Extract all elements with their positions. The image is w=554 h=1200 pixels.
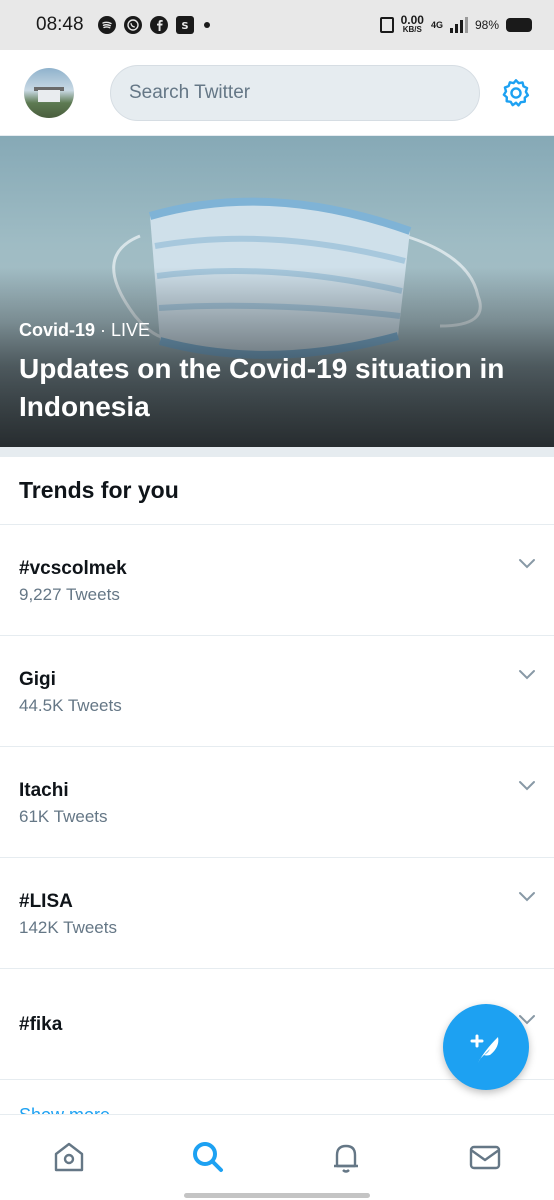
banner-live-label: LIVE — [111, 320, 151, 340]
trend-name: #LISA — [19, 891, 73, 912]
spotify-icon — [97, 16, 116, 34]
nav-search[interactable] — [188, 1137, 228, 1177]
vibrate-icon — [379, 17, 394, 33]
notifications-icon — [334, 1144, 358, 1173]
section-divider — [0, 447, 554, 457]
trend-name: Itachi — [19, 780, 69, 801]
trend-tweet-count: 44.5K Tweets — [19, 696, 122, 715]
home-icon — [54, 1142, 84, 1172]
signal-icon — [449, 17, 468, 33]
trend-item[interactable]: #vcscolmek 9,227 Tweets — [0, 525, 554, 636]
trend-tweet-count: 142K Tweets — [19, 918, 117, 937]
notification-icons: S — [97, 16, 210, 34]
chevron-down-icon[interactable] — [517, 779, 537, 793]
banner-category: Covid-19 — [19, 320, 96, 340]
trend-name: Gigi — [19, 669, 56, 690]
status-time: 08:48 — [36, 14, 84, 35]
chevron-down-icon[interactable] — [517, 557, 537, 571]
compose-tweet-button[interactable] — [443, 1004, 529, 1090]
more-notifications-dot — [203, 22, 210, 28]
nav-notifications[interactable] — [326, 1137, 366, 1177]
trend-name: #vcscolmek — [19, 558, 127, 579]
whatsapp-icon — [123, 16, 142, 34]
battery-percent: 98% — [474, 18, 499, 32]
network-type: 4G — [430, 20, 443, 30]
search-icon — [193, 1142, 223, 1172]
bottom-navigation — [0, 1114, 554, 1200]
settings-gear-icon[interactable] — [499, 76, 533, 110]
avatar[interactable] — [24, 67, 74, 118]
search-bar[interactable] — [110, 64, 480, 121]
trend-item[interactable]: Itachi 61K Tweets — [0, 747, 554, 858]
search-input[interactable] — [129, 81, 479, 104]
status-bar: 08:48 S 0.00 KB/S 4G 98% — [0, 0, 554, 50]
banner-meta: Covid-19 · LIVE — [19, 320, 150, 341]
chevron-down-icon[interactable] — [517, 668, 537, 682]
trend-tweet-count: 9,227 Tweets — [19, 585, 120, 604]
compose-feather-icon — [470, 1034, 499, 1063]
banner-separator: · — [95, 320, 112, 340]
gesture-home-bar[interactable] — [184, 1193, 370, 1198]
chevron-down-icon[interactable] — [517, 890, 537, 904]
facebook-icon — [149, 16, 168, 34]
trend-item[interactable]: #LISA 142K Tweets — [0, 858, 554, 969]
battery-icon — [506, 18, 532, 32]
banner-title: Updates on the Covid-19 situation in Ind… — [19, 353, 505, 422]
trends-heading: Trends for you — [0, 457, 554, 525]
trend-tweet-count: 61K Tweets — [19, 807, 108, 826]
svg-text:S: S — [181, 21, 188, 31]
messages-icon — [469, 1145, 501, 1170]
shopee-icon: S — [175, 16, 194, 34]
nav-messages[interactable] — [465, 1137, 505, 1177]
network-speed: 0.00 KB/S — [400, 13, 424, 34]
trend-item[interactable]: Gigi 44.5K Tweets — [0, 636, 554, 747]
covid-banner[interactable]: Covid-19 · LIVE Updates on the Covid-19 … — [0, 136, 554, 447]
explore-header — [0, 50, 554, 136]
nav-home[interactable] — [49, 1137, 89, 1177]
